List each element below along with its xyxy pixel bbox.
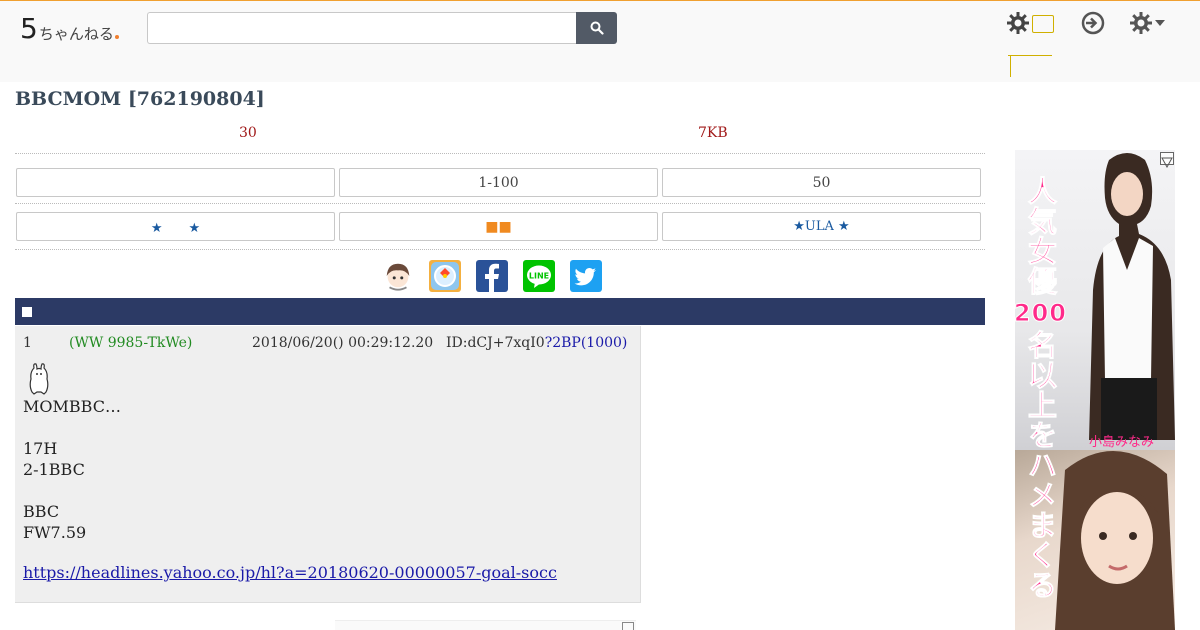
avatar-icon [386,263,410,291]
facebook-share-button[interactable] [476,260,508,292]
bottom-ad[interactable] [335,620,636,630]
logo-five: 5 [20,12,38,45]
star-link-button[interactable]: ★ ★ [16,212,335,241]
ad-headline: 人気女優200名以上をハメまくる♥ [1015,168,1067,608]
tiny-menu[interactable] [1008,15,1056,79]
post-id[interactable]: ID:dCJ+7xqI0?2BP(1000) [446,335,627,351]
ad-model-face [1055,450,1175,630]
post-source-link[interactable]: https://headlines.yahoo.co.jp/hl?a=20180… [23,563,557,582]
search-icon [590,21,604,35]
logo-text: ちゃんねる [38,25,114,43]
tiny-menu-line-vertical [1010,55,1011,77]
share-row: LINE [382,260,602,294]
section-square-icon [22,307,32,317]
maps-icon [431,262,459,290]
orange-link-button[interactable]: ■■ [339,212,658,241]
logo-dot [114,35,119,39]
ad-headline-rest: 名以上をハメまくる♥ [1023,330,1058,601]
line-icon-label: LINE [529,272,549,281]
post-number[interactable]: 1 [23,335,32,351]
orange-link-label: ■■ [485,218,512,235]
triangle-icon [1161,157,1173,169]
star-link-label: ★ ★ [150,221,201,236]
latest-50-button[interactable]: 50 [662,168,981,197]
ula-link-button[interactable]: ★ULA ★ [662,212,981,241]
post-id-text: ID:dCJ+7xqI0 [446,335,545,351]
line-icon: LINE [527,265,551,288]
post-body: MOMBBC… 17H 2-1BBC BBC FW7.59 [23,397,121,542]
be-icon [29,363,49,395]
login-icon[interactable] [1080,10,1106,36]
search-button[interactable] [576,12,617,44]
post-date: 2018/06/20() 00:29:12.20 [252,335,434,351]
tiny-menu-box [1032,15,1054,33]
res-count: 30 [239,125,257,141]
top-bar: 5 ちゃんねる [0,0,1200,82]
site-logo[interactable]: 5 ちゃんねる [20,11,119,43]
side-ad[interactable]: 人気女優200名以上をハメまくる♥ 小島みなみ [1015,150,1175,630]
ad-model-name: 小島みなみ [1089,435,1155,450]
post-be-link[interactable]: ?2BP(1000) [545,335,628,351]
avatar-share-button[interactable] [382,260,414,292]
twitter-icon [574,268,596,286]
twitter-share-button[interactable] [570,260,602,292]
ula-link-label: ★ULA ★ [793,219,850,234]
all-posts-button[interactable] [16,168,335,197]
nav-row-2: ★ ★ ■■ ★ULA ★ [15,208,985,250]
posts-section-header [15,298,985,325]
search-input[interactable] [147,12,577,44]
tiny-menu-line [1008,55,1052,56]
nav-row-1: 1-100 50 [15,164,985,204]
maps-share-button[interactable] [429,260,461,292]
facebook-icon [485,263,499,292]
settings-menu-icon[interactable] [1128,10,1166,36]
thread-meta: 30 7KB [15,118,985,154]
post-1: 1 (WW 9985-TkWe) 2018/06/20() 00:29:12.2… [15,326,641,603]
thread-title: BBCMOM [762190804] [15,88,265,110]
ad-close-icon[interactable] [622,622,634,630]
ad-info-icon[interactable] [1160,152,1174,169]
thread-size: 7KB [698,125,728,141]
post-name: (WW 9985-TkWe) [69,335,193,351]
ad-model-figure [1089,153,1175,440]
ad-headline-number: 200 [1015,299,1067,328]
range-1-100-button[interactable]: 1-100 [339,168,658,197]
line-share-button[interactable]: LINE [523,260,555,292]
ad-headline-top: 人気女優 [1023,176,1058,297]
